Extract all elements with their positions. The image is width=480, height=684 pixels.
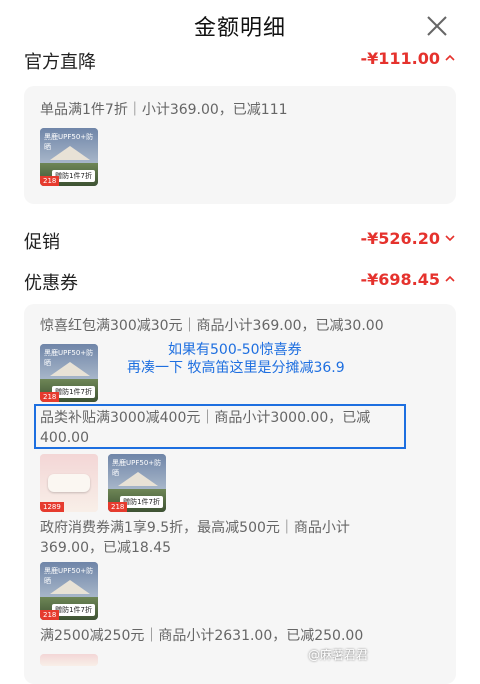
thumb-badge: 1289 [40, 502, 64, 512]
thumb-badge: 218 [108, 502, 128, 512]
annotation-line2: 再凑一下 牧高笛这里是分摊减36.9 [127, 360, 345, 376]
product-thumb-pad: 1289 [40, 454, 98, 512]
chevron-down-icon[interactable] [444, 232, 456, 244]
product-thumb-tent: 黑鹿UPF50+防晒 赠防1件7折 218 [108, 454, 166, 512]
coupon-row[interactable]: 优惠券 -¥698.45 [24, 267, 456, 297]
thumb-brand: 黑鹿UPF50+防晒 [112, 459, 162, 477]
close-icon[interactable] [424, 13, 450, 39]
coupon-label: 优惠券 [24, 273, 78, 294]
official-discount-row[interactable]: 官方直降 -¥111.00 [24, 46, 456, 76]
coupon-item: 惊喜红包满300减30元｜商品小计369.00，已减30.00 [40, 318, 384, 334]
page-title: 金额明细 [193, 16, 286, 41]
thumb-brand: 黑鹿UPF50+防晒 [44, 349, 94, 367]
official-discount-rule: 单品满1件7折｜小计369.00，已减111 [40, 102, 288, 118]
product-thumb-tent: 黑鹿UPF50+防晒 赠防1件7折 218 [40, 344, 98, 402]
thumb-brand: 黑鹿UPF50+防晒 [44, 133, 94, 151]
header: 金额明细 [0, 0, 480, 50]
thumb-badge: 218 [40, 610, 60, 620]
chevron-up-icon[interactable] [444, 52, 456, 64]
annotation-line1: 如果有500-50惊喜券 [168, 342, 302, 358]
thumb-badge: 218 [40, 392, 60, 402]
coupon-item: 政府消费券满1享9.5折，最高减500元｜商品小计369.00，已减18.45 [40, 520, 350, 556]
promotion-row[interactable]: 促销 -¥526.20 [24, 226, 456, 256]
watermark: @麻薯君君 [308, 648, 369, 662]
coupon-item: 满2500减250元｜商品小计2631.00，已减250.00 [40, 628, 364, 644]
product-thumb-tent: 黑鹿UPF50+防晒 赠防1件7折 218 [40, 128, 98, 186]
product-thumb-pad [40, 654, 98, 666]
highlight-box [34, 404, 406, 449]
coupon-amount: -¥698.45 [360, 270, 440, 289]
product-thumb-tent: 黑鹿UPF50+防晒 赠防1件7折 218 [40, 562, 98, 620]
chevron-up-icon[interactable] [444, 273, 456, 285]
thumb-badge: 218 [40, 176, 60, 186]
promotion-amount: -¥526.20 [360, 229, 440, 248]
official-discount-amount: -¥111.00 [360, 49, 440, 68]
official-discount-label: 官方直降 [24, 52, 96, 73]
promotion-label: 促销 [24, 232, 60, 253]
official-discount-card: 单品满1件7折｜小计369.00，已减111 黑鹿UPF50+防晒 赠防1件7折… [24, 86, 456, 204]
thumb-brand: 黑鹿UPF50+防晒 [44, 567, 94, 585]
